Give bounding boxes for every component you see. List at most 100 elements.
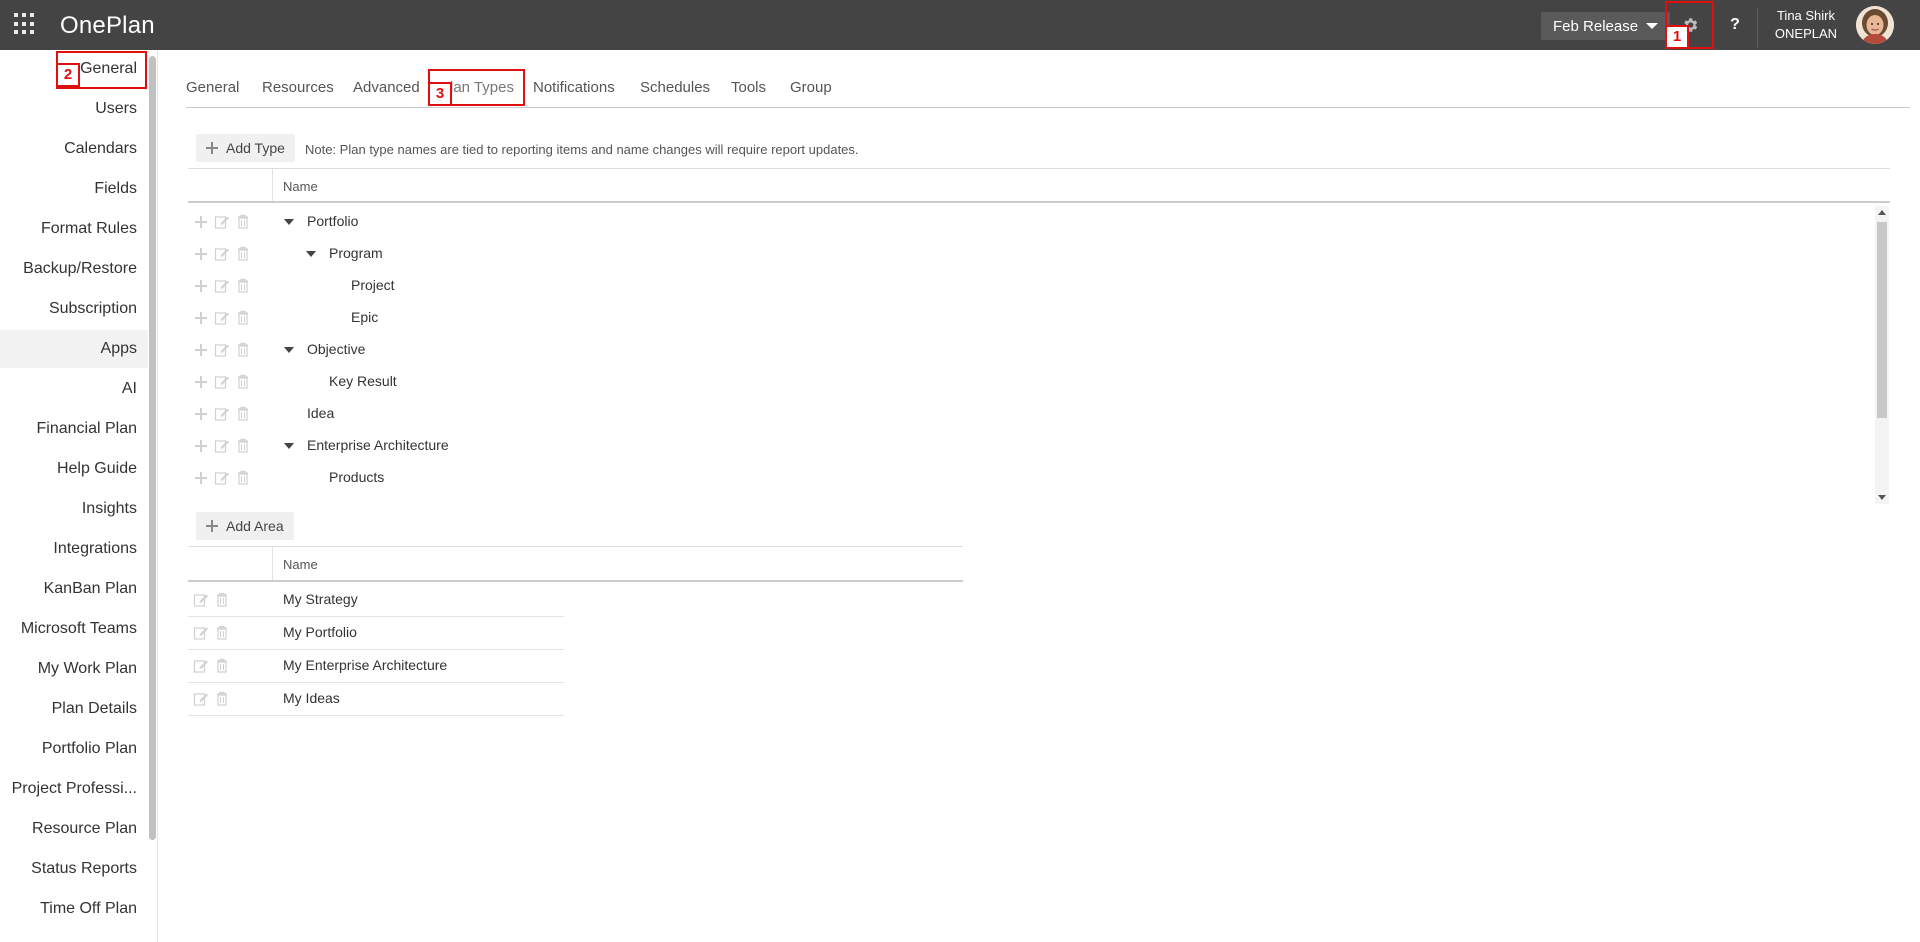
column-header-name: Name	[283, 179, 318, 194]
area-name: My Portfolio	[283, 624, 357, 640]
edit-icon[interactable]	[213, 309, 230, 326]
help-button[interactable]: ?	[1722, 0, 1748, 50]
sidebar-item-insights[interactable]: Insights	[0, 490, 148, 528]
release-label: Feb Release	[1553, 17, 1639, 35]
tab-notifications[interactable]: Notifications	[533, 72, 615, 104]
table-row: Key Result	[188, 366, 1868, 398]
delete-icon[interactable]	[234, 405, 251, 422]
edit-icon[interactable]	[213, 245, 230, 262]
edit-icon[interactable]	[213, 341, 230, 358]
add-child-icon[interactable]	[192, 405, 209, 422]
sidebar-item-format-rules[interactable]: Format Rules	[0, 210, 148, 248]
sidebar-item-subscription[interactable]: Subscription	[0, 290, 148, 328]
sidebar-item-financial-plan[interactable]: Financial Plan	[0, 410, 148, 448]
sidebar-item-integrations[interactable]: Integrations	[0, 530, 148, 568]
app-title: OnePlan	[60, 12, 155, 39]
sidebar-item-portfolio-plan[interactable]: Portfolio Plan	[0, 730, 148, 768]
app-launcher-icon[interactable]	[14, 13, 36, 35]
collapse-caret-icon[interactable]	[284, 347, 294, 353]
scroll-up-icon[interactable]	[1878, 210, 1886, 215]
delete-icon[interactable]	[234, 277, 251, 294]
user-org: ONEPLAN	[1774, 26, 1838, 41]
table-row: Products	[188, 462, 1868, 494]
sidebar-item-kanban-plan[interactable]: KanBan Plan	[0, 570, 148, 608]
sidebar-item-project-professional[interactable]: Project Professi...	[0, 770, 148, 808]
sidebar-item-time-off-plan[interactable]: Time Off Plan	[0, 890, 148, 928]
add-area-button[interactable]: Add Area	[196, 512, 294, 540]
sidebar-item-backup-restore[interactable]: Backup/Restore	[0, 250, 148, 288]
plan-types-scrollbar[interactable]	[1875, 206, 1889, 504]
release-dropdown[interactable]: Feb Release	[1541, 12, 1671, 40]
tab-resources[interactable]: Resources	[262, 72, 334, 104]
table-row: My Strategy	[188, 584, 564, 617]
plan-type-name: Program	[329, 245, 383, 261]
edit-icon[interactable]	[192, 690, 209, 707]
plan-type-name: Portfolio	[307, 213, 359, 229]
grid-top-border	[188, 168, 1890, 169]
annotation-number-3: 3	[428, 82, 452, 106]
add-child-icon[interactable]	[192, 373, 209, 390]
sidebar-item-users[interactable]: Users	[0, 90, 148, 128]
edit-icon[interactable]	[213, 405, 230, 422]
add-child-icon[interactable]	[192, 277, 209, 294]
plan-type-name: Epic	[351, 309, 379, 325]
tab-group[interactable]: Group	[790, 72, 832, 104]
sidebar-scroll-thumb[interactable]	[149, 56, 156, 840]
collapse-caret-icon[interactable]	[284, 219, 294, 225]
edit-icon[interactable]	[213, 373, 230, 390]
edit-icon[interactable]	[213, 277, 230, 294]
delete-icon[interactable]	[213, 624, 230, 641]
delete-icon[interactable]	[234, 245, 251, 262]
sidebar-item-calendars[interactable]: Calendars	[0, 130, 148, 168]
sidebar-scrollbar[interactable]	[148, 50, 157, 842]
sidebar-item-help-guide[interactable]: Help Guide	[0, 450, 148, 488]
add-child-icon[interactable]	[192, 213, 209, 230]
delete-icon[interactable]	[234, 437, 251, 454]
collapse-caret-icon[interactable]	[306, 251, 316, 257]
add-child-icon[interactable]	[192, 469, 209, 486]
scroll-down-icon[interactable]	[1878, 495, 1886, 500]
sidebar-item-plan-details[interactable]: Plan Details	[0, 690, 148, 728]
edit-icon[interactable]	[213, 469, 230, 486]
edit-icon[interactable]	[192, 591, 209, 608]
sidebar-item-microsoft-teams[interactable]: Microsoft Teams	[0, 610, 148, 648]
user-info[interactable]: Tina Shirk ONEPLAN	[1762, 7, 1850, 43]
user-name: Tina Shirk	[1776, 8, 1836, 23]
tab-advanced[interactable]: Advanced	[353, 72, 420, 104]
tab-tools[interactable]: Tools	[731, 72, 766, 104]
delete-icon[interactable]	[213, 591, 230, 608]
header-divider	[1757, 8, 1758, 48]
plan-types-scroll-thumb[interactable]	[1877, 222, 1887, 418]
delete-icon[interactable]	[213, 657, 230, 674]
table-row: Objective	[188, 334, 1868, 366]
sidebar-item-status-reports[interactable]: Status Reports	[0, 850, 148, 888]
user-photo-icon	[1856, 6, 1894, 44]
delete-icon[interactable]	[234, 469, 251, 486]
plan-type-name: Products	[329, 469, 385, 485]
tab-general[interactable]: General	[186, 72, 239, 104]
sidebar-item-my-work-plan[interactable]: My Work Plan	[0, 650, 148, 688]
add-child-icon[interactable]	[192, 437, 209, 454]
delete-icon[interactable]	[234, 213, 251, 230]
delete-icon[interactable]	[234, 309, 251, 326]
area-column-separator	[272, 547, 273, 580]
collapse-caret-icon[interactable]	[284, 443, 294, 449]
tab-schedules[interactable]: Schedules	[640, 72, 710, 104]
add-child-icon[interactable]	[192, 341, 209, 358]
sidebar-item-ai[interactable]: AI	[0, 370, 148, 408]
avatar[interactable]	[1856, 6, 1894, 44]
edit-icon[interactable]	[192, 624, 209, 641]
edit-icon[interactable]	[213, 437, 230, 454]
sidebar-item-resource-plan[interactable]: Resource Plan	[0, 810, 148, 848]
edit-icon[interactable]	[213, 213, 230, 230]
table-row: Program	[188, 238, 1868, 270]
delete-icon[interactable]	[234, 373, 251, 390]
edit-icon[interactable]	[192, 657, 209, 674]
delete-icon[interactable]	[234, 341, 251, 358]
sidebar-item-fields[interactable]: Fields	[0, 170, 148, 208]
add-type-button[interactable]: Add Type	[196, 134, 295, 162]
add-child-icon[interactable]	[192, 245, 209, 262]
add-child-icon[interactable]	[192, 309, 209, 326]
delete-icon[interactable]	[213, 690, 230, 707]
area-name: My Ideas	[283, 690, 340, 706]
